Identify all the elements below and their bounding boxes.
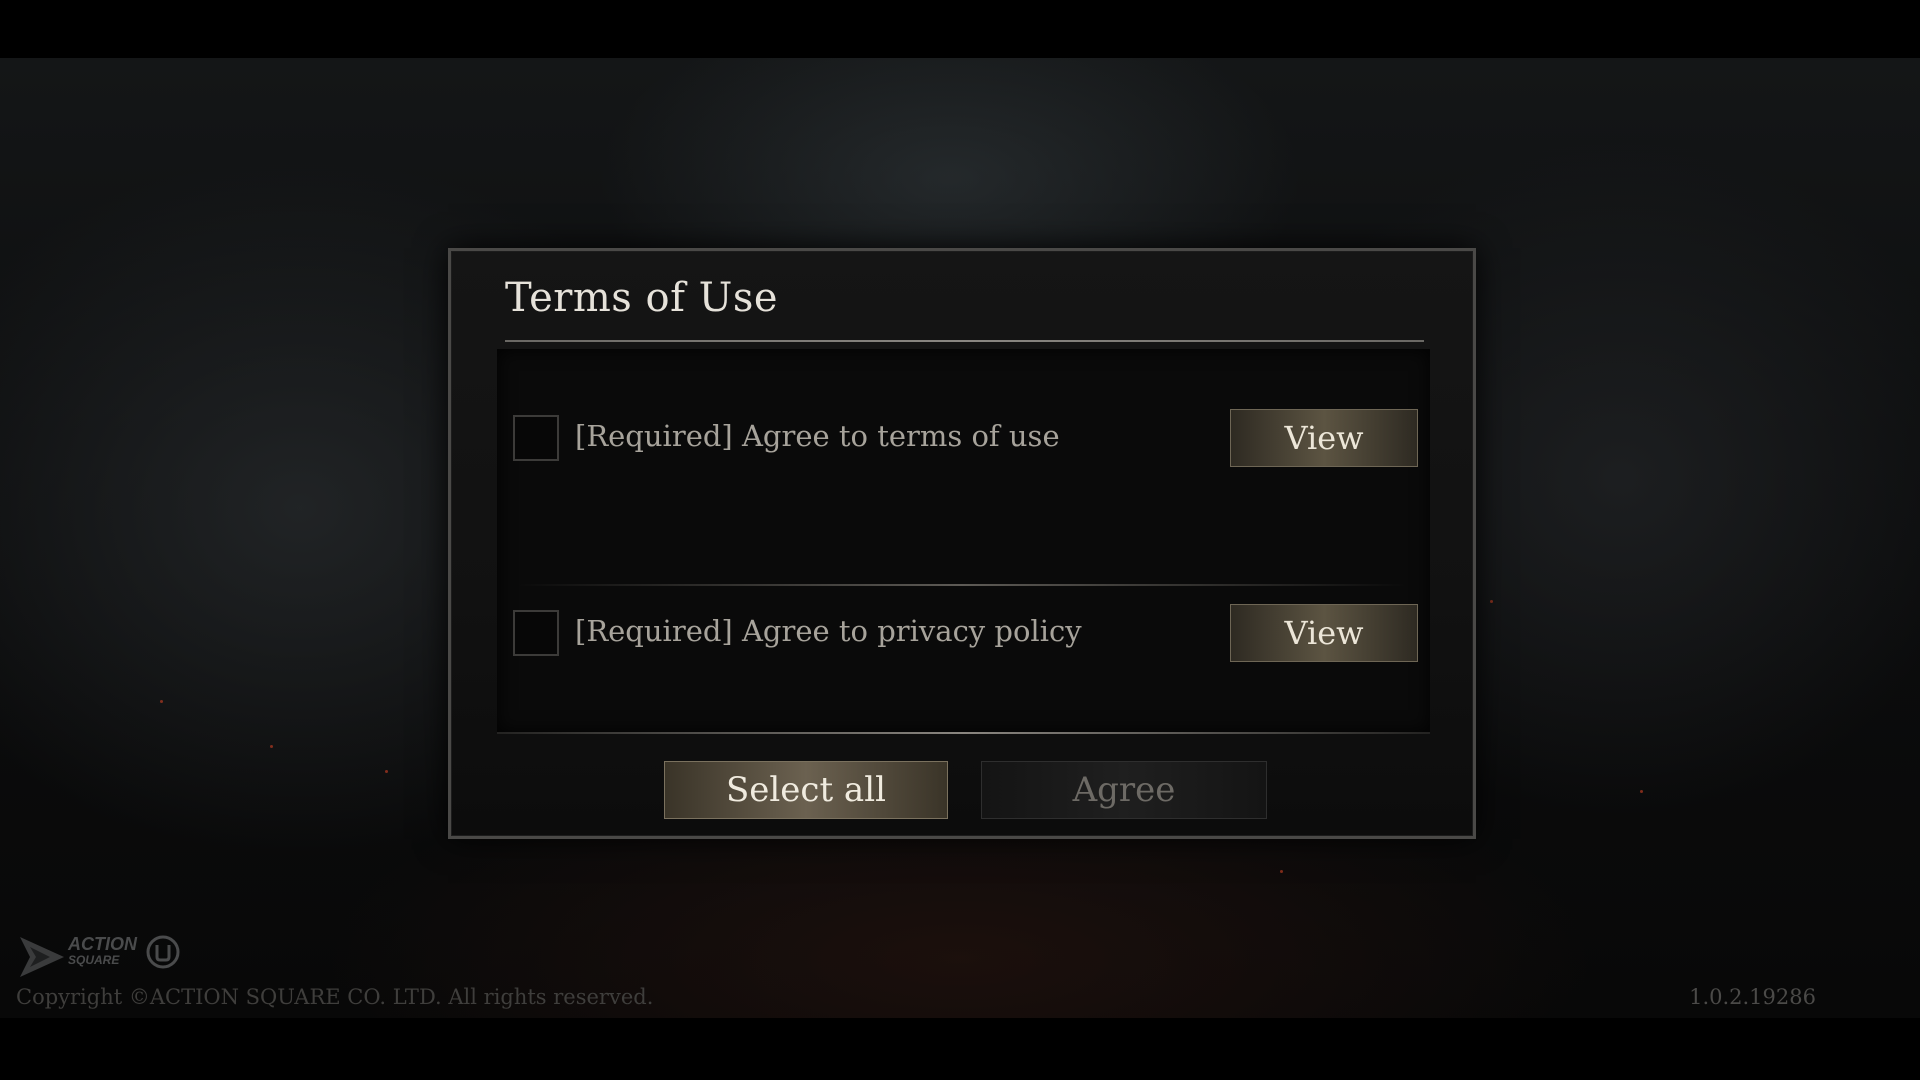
privacy-policy-row: [Required] Agree to privacy policy View <box>513 604 1418 664</box>
title-divider <box>505 340 1424 342</box>
ember-particle <box>1490 600 1493 603</box>
terms-of-use-label: [Required] Agree to terms of use <box>575 419 1060 453</box>
ember-particle <box>1640 790 1643 793</box>
copyright-text: Copyright ©ACTION SQUARE CO. LTD. All ri… <box>16 985 654 1009</box>
terms-dialog: Terms of Use [Required] Agree to terms o… <box>448 248 1476 839</box>
action-square-logo-icon <box>20 937 64 977</box>
select-all-button[interactable]: Select all <box>664 761 948 819</box>
panel-bottom-divider <box>497 732 1430 734</box>
view-terms-button[interactable]: View <box>1230 409 1418 467</box>
version-number: 1.0.2.19286 <box>1689 985 1816 1009</box>
ember-particle <box>270 745 273 748</box>
publisher-logo: ACTION SQUARE <box>18 933 188 981</box>
terms-of-use-checkbox[interactable] <box>513 415 559 461</box>
privacy-policy-checkbox[interactable] <box>513 610 559 656</box>
logo-text-square: SQUARE <box>68 953 120 967</box>
row-divider <box>517 584 1407 586</box>
logo-text-action: ACTION <box>68 934 137 954</box>
terms-list-panel: [Required] Agree to terms of use View [R… <box>497 349 1430 732</box>
agree-button[interactable]: Agree <box>981 761 1267 819</box>
view-privacy-button[interactable]: View <box>1230 604 1418 662</box>
terms-of-use-row: [Required] Agree to terms of use View <box>513 409 1418 469</box>
unreal-engine-logo-icon <box>146 935 180 969</box>
privacy-policy-label: [Required] Agree to privacy policy <box>575 614 1082 648</box>
ember-particle <box>385 770 388 773</box>
dialog-title: Terms of Use <box>505 275 779 321</box>
ember-particle <box>1280 870 1283 873</box>
ember-particle <box>160 700 163 703</box>
